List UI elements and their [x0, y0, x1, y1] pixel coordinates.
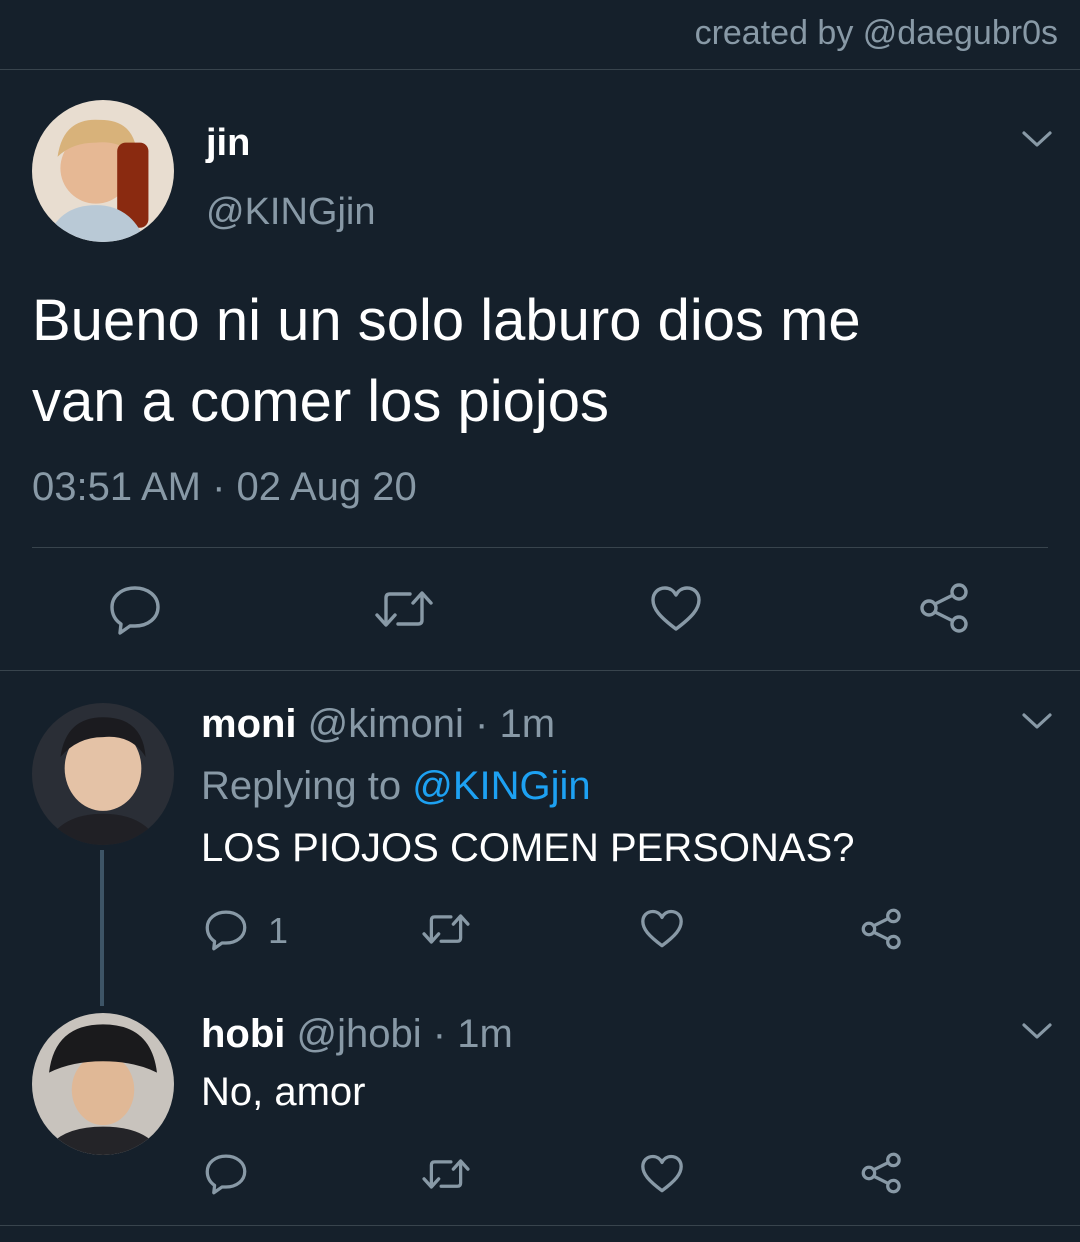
separator-dot: · — [432, 1012, 447, 1056]
retweet-icon[interactable] — [372, 586, 436, 632]
tweet-text-line-1: Bueno ni un solo laburo dios me — [32, 288, 861, 353]
chevron-down-icon[interactable] — [1020, 710, 1054, 732]
timestamp-divider — [32, 547, 1048, 548]
tweet-time[interactable]: 1m — [457, 1012, 513, 1056]
handle[interactable]: @jhobi — [297, 1012, 422, 1056]
avatar-jin[interactable] — [32, 100, 174, 242]
display-name[interactable]: hobi — [201, 1012, 285, 1056]
heart-icon[interactable] — [650, 585, 702, 633]
heart-icon[interactable] — [640, 909, 684, 949]
reply-bubble-icon[interactable] — [108, 584, 162, 636]
replying-to-label: Replying to — [201, 764, 402, 808]
thread-connector-line — [100, 850, 104, 1006]
credit-text: created by @daegubr0s — [694, 14, 1058, 52]
heart-icon[interactable] — [640, 1154, 684, 1194]
handle[interactable]: @KINGjin — [206, 191, 376, 234]
main-tweet-divider — [0, 670, 1080, 671]
retweet-icon[interactable] — [420, 1155, 472, 1193]
handle[interactable]: @kimoni — [308, 702, 464, 746]
reply-text: No, amor — [201, 1070, 366, 1114]
separator-dot: · — [475, 702, 489, 746]
retweet-icon[interactable] — [420, 910, 472, 948]
avatar-moni[interactable] — [32, 703, 174, 845]
avatar-hobi[interactable] — [32, 1013, 174, 1155]
share-icon[interactable] — [860, 1151, 904, 1195]
share-icon[interactable] — [918, 582, 972, 634]
share-icon[interactable] — [860, 907, 904, 951]
reply-bubble-icon[interactable] — [204, 908, 248, 952]
tweet-timestamp[interactable]: 03:51 AM · 02 Aug 20 — [32, 465, 417, 510]
reply-count: 1 — [268, 910, 289, 951]
tweet-text-line-2: van a comer los piojos — [32, 369, 610, 434]
chevron-down-icon[interactable] — [1020, 128, 1054, 150]
reply-bubble-icon[interactable] — [204, 1152, 248, 1196]
replying-to-link[interactable]: @KINGjin — [412, 764, 590, 808]
display-name[interactable]: jin — [206, 122, 250, 165]
display-name[interactable]: moni — [201, 702, 297, 746]
tweet-time[interactable]: 1m — [499, 702, 555, 746]
bottom-divider — [0, 1225, 1080, 1226]
chevron-down-icon[interactable] — [1020, 1020, 1054, 1042]
reply-text: LOS PIOJOS COMEN PERSONAS? — [201, 826, 855, 870]
header-divider — [0, 69, 1080, 70]
